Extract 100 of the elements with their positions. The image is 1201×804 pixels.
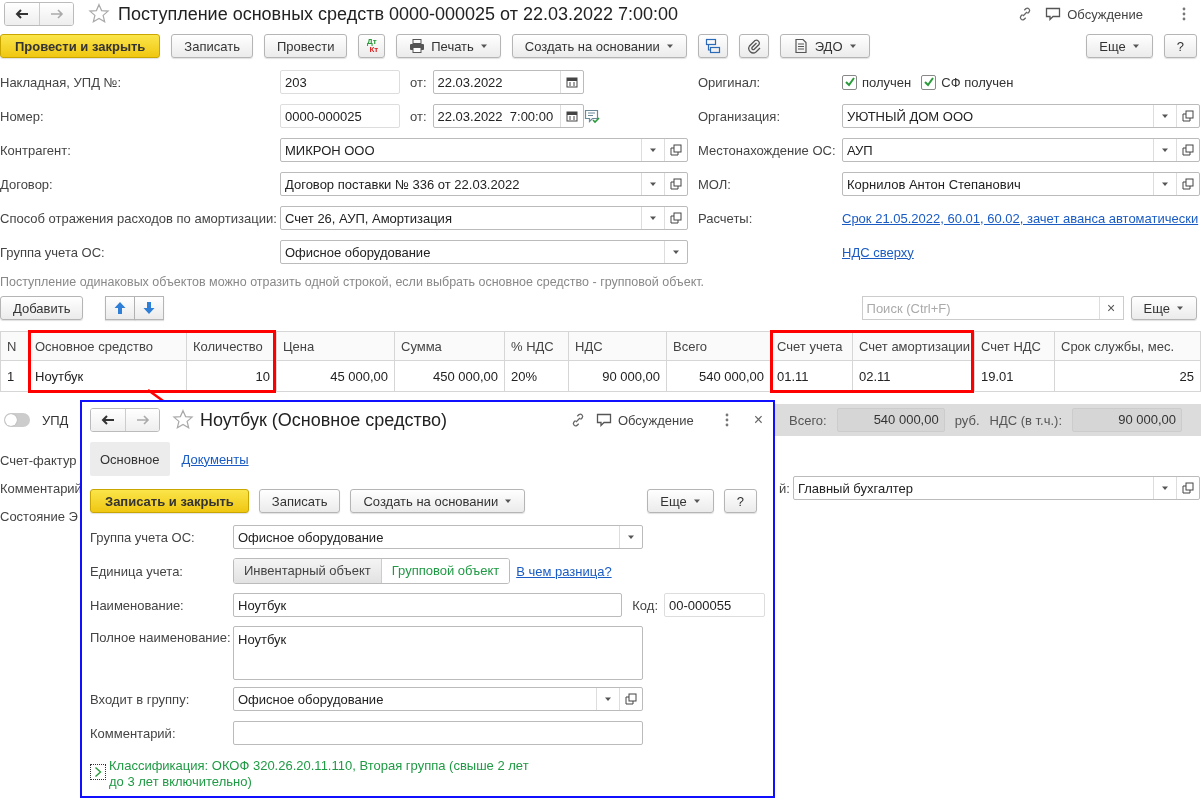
comment-icon[interactable] <box>583 108 600 124</box>
input-field[interactable]: 0000-000025 <box>280 104 400 128</box>
caret-icon <box>848 42 857 50</box>
search-field[interactable]: Поиск (Ctrl+F) × <box>861 296 1124 320</box>
column-header[interactable]: Основное средство <box>28 331 187 361</box>
add-button[interactable]: Добавить <box>0 296 84 320</box>
total-value: 90 000,00 <box>1072 408 1182 432</box>
attach-button[interactable] <box>738 34 769 58</box>
field-label: Полное наименование: <box>90 629 232 645</box>
open-icon <box>625 693 637 705</box>
edo-button[interactable]: ЭДО <box>779 34 870 58</box>
checkbox[interactable] <box>842 74 857 90</box>
text-area[interactable]: Ноутбук <box>233 626 643 680</box>
open-icon <box>670 178 682 190</box>
input-field[interactable]: 203 <box>280 70 400 94</box>
primary-button[interactable]: Провести и закрыть <box>0 34 161 58</box>
column-header[interactable]: Всего <box>666 331 771 361</box>
field-label: й: <box>779 480 790 496</box>
total-label: руб. <box>954 412 980 428</box>
toggle-switch[interactable] <box>4 413 30 427</box>
dropdown-field[interactable]: МИКРОН ООО <box>280 138 688 162</box>
input-field[interactable]: Ноутбук <box>233 593 623 617</box>
up-arrow-icon <box>113 301 128 315</box>
column-header[interactable]: Сумма <box>394 331 505 361</box>
tab[interactable]: Документы <box>181 442 249 476</box>
more-button[interactable]: Еще <box>647 489 714 513</box>
expand-icon[interactable] <box>90 764 106 780</box>
star-icon[interactable] <box>88 3 110 25</box>
dt-kt-button[interactable]: Дт Кт <box>358 34 386 58</box>
toolbar-button[interactable]: ? <box>723 489 757 513</box>
dropdown-field[interactable]: УЮТНЫЙ ДОМ ООО <box>842 104 1200 128</box>
more-icon[interactable] <box>1181 6 1187 22</box>
input-field[interactable]: 00-000055 <box>664 593 765 617</box>
move-down-button[interactable] <box>135 296 165 320</box>
dropdown-field[interactable]: Счет 26, АУП, Амортизация <box>280 206 688 230</box>
column-header[interactable]: Срок службы, мес. <box>1054 331 1201 361</box>
toolbar-button[interactable]: Записать <box>171 34 253 58</box>
caret-icon <box>1161 484 1169 492</box>
link[interactable]: НДС сверху <box>842 244 914 260</box>
field-label: Расчеты: <box>698 210 754 226</box>
toolbar-button[interactable]: Записать <box>258 489 341 513</box>
link[interactable]: Срок 21.05.2022, 60.01, 60.02, зачет аванса автоматически <box>842 210 1199 226</box>
caret-icon <box>1131 42 1140 50</box>
menu-button[interactable]: Создать на основании <box>350 489 526 513</box>
calendar-icon <box>565 110 578 122</box>
column-header[interactable]: Счет амортизации <box>852 331 975 361</box>
toolbar-button[interactable]: ? <box>1163 34 1197 58</box>
column-header[interactable]: N <box>0 331 29 361</box>
menu-button[interactable]: Еще <box>1130 296 1197 320</box>
link[interactable]: В чем разница? <box>516 563 612 579</box>
dropdown-field[interactable]: Офисное оборудование <box>233 687 643 711</box>
table-cell: 45 000,00 <box>276 360 395 392</box>
discussion-icon <box>595 412 612 428</box>
print-button[interactable]: Печать <box>396 34 501 58</box>
input-field[interactable] <box>233 721 643 745</box>
back-button[interactable] <box>5 3 39 25</box>
date-field[interactable]: 22.03.2022 <box>432 70 584 94</box>
tab[interactable]: Основное <box>90 442 170 476</box>
field-label: Состояние Э <box>0 508 78 524</box>
menu-button[interactable]: Создать на основании <box>511 34 687 58</box>
dropdown-field[interactable]: Главный бухгалтер <box>792 476 1200 500</box>
segment-button[interactable]: Групповой объект <box>380 559 510 583</box>
column-header[interactable]: Счет НДС <box>974 331 1055 361</box>
discussion-icon <box>1045 6 1062 22</box>
caret-icon <box>1161 146 1169 154</box>
document-icon <box>792 38 809 54</box>
structure-button[interactable] <box>697 34 728 58</box>
caret-icon <box>504 497 513 505</box>
more-button[interactable]: Еще <box>1086 34 1153 58</box>
column-header[interactable]: Цена <box>276 331 395 361</box>
move-up-button[interactable] <box>105 296 136 320</box>
more-icon[interactable] <box>723 412 730 428</box>
column-header[interactable]: % НДС <box>504 331 569 361</box>
toggle-label: УПД <box>42 412 69 428</box>
discussion-button[interactable]: Обсуждение <box>591 412 718 428</box>
dropdown-field[interactable]: Офисное оборудование <box>280 240 688 264</box>
field-label: МОЛ: <box>698 176 732 192</box>
field-label: Единица учета: <box>90 563 184 579</box>
dropdown-field[interactable]: Офисное оборудование <box>233 525 643 549</box>
date-field[interactable]: 22.03.2022 7:00:00 <box>432 104 584 128</box>
field-label: Договор: <box>0 176 54 192</box>
open-icon <box>1182 110 1194 122</box>
segmented-control[interactable]: Инвентарный объект Групповой объект <box>233 558 511 584</box>
discussion-button[interactable]: Обсуждение <box>1041 6 1173 22</box>
total-label: Всего: <box>789 412 827 428</box>
primary-button[interactable]: Записать и закрыть <box>90 489 249 513</box>
segment-button[interactable]: Инвентарный объект <box>234 559 381 583</box>
checkbox-label: получен <box>862 74 912 90</box>
column-header[interactable]: НДС <box>568 331 667 361</box>
dropdown-field[interactable]: Корнилов Антон Степанович <box>842 172 1200 196</box>
printer-icon <box>409 38 426 54</box>
checkbox[interactable] <box>921 74 937 90</box>
close-button[interactable]: × <box>751 411 765 429</box>
back-button[interactable] <box>91 409 125 431</box>
open-icon <box>1182 178 1194 190</box>
dropdown-field[interactable]: Договор поставки № 336 от 22.03.2022 <box>280 172 688 196</box>
star-icon[interactable] <box>172 409 194 431</box>
toolbar-button[interactable]: Провести <box>263 34 348 58</box>
table-cell: 19.01 <box>974 360 1055 392</box>
dropdown-field[interactable]: АУП <box>842 138 1200 162</box>
